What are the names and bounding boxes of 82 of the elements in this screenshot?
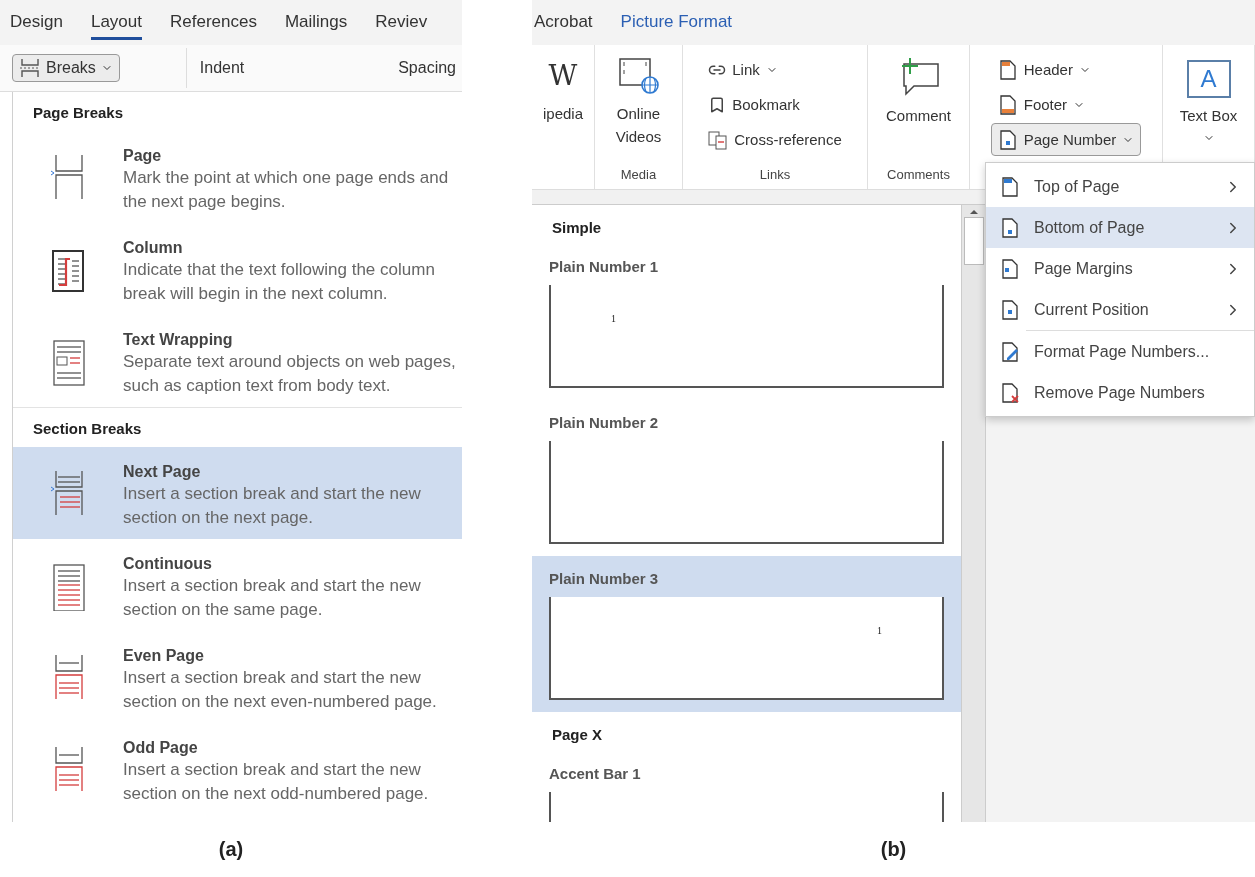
page-bottom-icon — [1000, 217, 1020, 238]
gallery-item[interactable]: Accent Bar 1 — [532, 751, 961, 822]
gallery-heading: Page X — [551, 725, 604, 745]
gallery-item-label: Plain Number 2 — [548, 413, 660, 433]
item-title: Column — [123, 239, 184, 257]
menu-item[interactable]: Even Page Insert a section break and start the new section on the next even-numbered page. — [13, 631, 462, 723]
page-position-icon — [1000, 299, 1020, 320]
menu-item[interactable]: Bottom of Page — [986, 207, 1254, 248]
page-number-icon — [997, 129, 1018, 150]
footer-icon — [997, 94, 1018, 115]
menu-item[interactable]: Continuous Insert a section break and start the new section on the same page. — [13, 539, 462, 631]
ribbon-tab[interactable]: Picture Format — [620, 5, 733, 40]
ribbon-tab[interactable]: References — [169, 5, 257, 40]
ribbon-button[interactable]: Link — [701, 53, 785, 86]
ribbon-button[interactable]: Online Videos — [602, 53, 675, 151]
page-top-icon — [1000, 176, 1020, 197]
gallery-item[interactable]: Plain Number 2 — [532, 400, 961, 556]
ribbon-button[interactable]: Cross-reference — [701, 123, 849, 156]
ribbon-button[interactable]: Header — [990, 53, 1098, 86]
menu-item[interactable]: Text Wrapping Separate text around objects on web pages, such as caption text from body text. — [13, 315, 462, 407]
cross-reference-icon — [708, 129, 729, 150]
item-title: Continuous — [123, 555, 213, 573]
gallery-heading: Simple — [551, 218, 603, 238]
spacing-label: Spacing — [398, 59, 456, 77]
gallery-item-label: Plain Number 1 — [548, 257, 660, 277]
gallery-item[interactable]: Plain Number 1 1 — [532, 244, 961, 400]
ribbon-tab[interactable]: Design — [10, 5, 63, 40]
gallery-item[interactable]: Plain Number 3 1 — [532, 556, 961, 712]
item-description: Insert a section break and start the new section on the next page. — [123, 483, 422, 529]
ribbon-tab[interactable]: Reviev — [375, 5, 428, 40]
ribbon-tab[interactable]: Mailings — [284, 5, 348, 40]
menu-item[interactable]: Next Page Insert a section break and start the new section on the next page. — [13, 447, 462, 539]
ribbon-button[interactable]: W ipedia — [539, 53, 587, 128]
item-description: Insert a section break and start the new section on the next odd-numbered page. — [123, 759, 430, 805]
online-video-icon — [616, 56, 661, 96]
scrollbar[interactable] — [961, 205, 985, 822]
menu-item[interactable]: Page Mark the point at which one page ends and the next page begins. — [13, 131, 462, 223]
ribbon-tab[interactable]: Acrobat — [534, 5, 593, 40]
group-label: Comments — [887, 167, 950, 184]
ribbon-button[interactable]: Footer — [990, 88, 1093, 121]
gallery-item-label: Plain Number 3 — [548, 569, 660, 589]
item-title: Next Page — [123, 463, 202, 481]
menu-item[interactable]: Top of Page — [986, 166, 1254, 207]
page-margin-icon — [1000, 258, 1020, 279]
ribbon-button[interactable]: Bookmark — [701, 88, 807, 121]
item-title: Odd Page — [123, 739, 199, 757]
item-description: Mark the point at which one page ends and the next page begins. — [123, 167, 450, 213]
menu-item[interactable]: Current Position — [986, 289, 1254, 330]
group-label: Media — [620, 167, 657, 184]
breaks-button[interactable]: Breaks — [12, 54, 120, 82]
ribbon-tab[interactable]: Layout — [90, 5, 142, 40]
ribbon-button[interactable]: A Text Box — [1170, 53, 1247, 153]
figure-caption: (a) — [217, 838, 245, 861]
menu-item[interactable]: Remove Page Numbers — [986, 372, 1254, 413]
figure-caption: (b) — [879, 838, 908, 861]
section-heading: Section Breaks — [32, 419, 143, 439]
menu-item[interactable]: Column Indicate that the text following the column break will begin in the next column. — [13, 223, 462, 315]
menu-item[interactable]: Page Margins — [986, 248, 1254, 289]
page-number-text: 1 — [877, 625, 882, 637]
format-page-icon — [1000, 341, 1020, 362]
gallery-item-label: Accent Bar 1 — [548, 764, 642, 784]
indent-label: Indent — [199, 59, 245, 77]
text-box-icon: A — [1186, 60, 1231, 98]
item-description: Separate text around objects on web pages, such as caption text from body text. — [123, 351, 457, 397]
wikipedia-logo: W — [548, 58, 578, 94]
remove-page-icon — [1000, 382, 1020, 403]
item-description: Indicate that the text following the column break will begin in the next column. — [123, 259, 436, 305]
breaks-icon — [19, 58, 41, 78]
menu-item[interactable]: Format Page Numbers... — [986, 331, 1254, 372]
item-description: Insert a section break and start the new section on the same page. — [123, 575, 422, 621]
item-title: Page — [123, 147, 163, 165]
section-heading: Page Breaks — [32, 103, 125, 123]
ribbon-button[interactable]: Page Number — [990, 123, 1142, 156]
page-number-text: 1 — [611, 313, 616, 325]
scrollbar-thumb[interactable] — [963, 217, 984, 265]
group-label: Links — [759, 167, 791, 184]
item-title: Text Wrapping — [123, 331, 234, 349]
header-icon — [997, 59, 1018, 80]
item-description: Insert a section break and start the new section on the next even-numbered page. — [123, 667, 438, 713]
item-title: Even Page — [123, 647, 205, 665]
menu-item[interactable]: Odd Page Insert a section break and start the new section on the next odd-numbered page. — [13, 723, 462, 815]
ribbon-button[interactable]: Comment — [875, 53, 962, 130]
